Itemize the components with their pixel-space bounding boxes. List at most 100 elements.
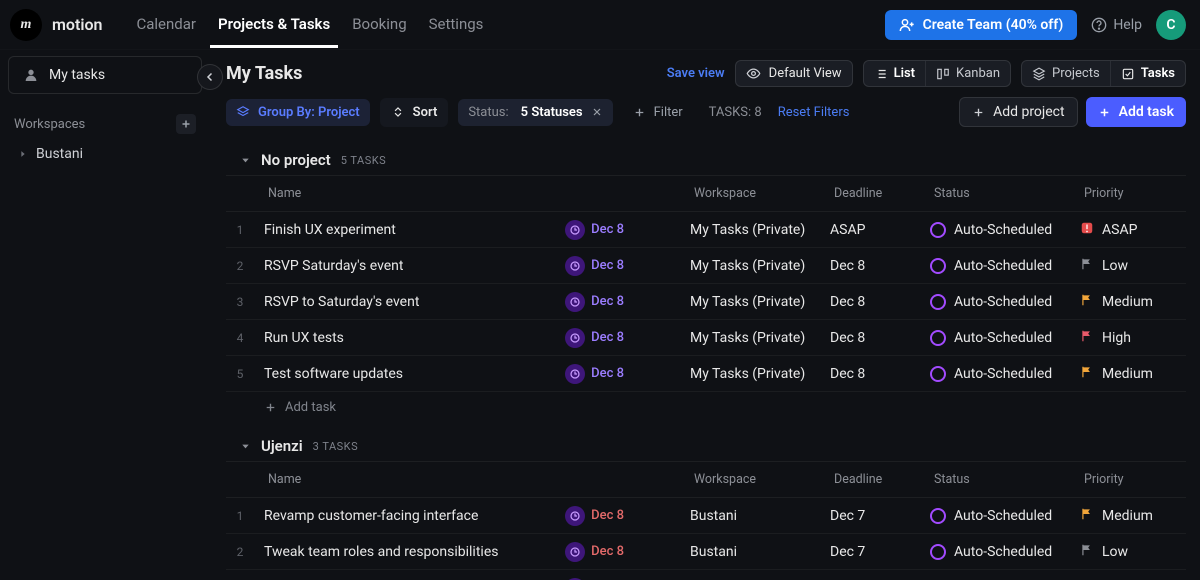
col-status[interactable]: Status [924,184,1074,203]
col-priority[interactable]: Priority [1074,470,1200,489]
add-task-button[interactable]: Add task [1086,97,1186,127]
group-by-chip[interactable]: Group By: Project [226,99,370,126]
tasks-scope-button[interactable]: Tasks [1111,61,1185,86]
deadline-cell: ASAP [820,222,920,238]
col-deadline[interactable]: Deadline [824,184,924,203]
workspace-cell: My Tasks (Private) [680,294,820,310]
scheduled-badge[interactable]: Dec 8 [565,542,624,562]
col-deadline[interactable]: Deadline [824,470,924,489]
save-view-button[interactable]: Save view [667,66,725,81]
priority-cell: Low [1070,543,1200,561]
priority-text: Medium [1102,508,1153,524]
col-workspace[interactable]: Workspace [684,470,824,489]
task-name: Test software updates [264,366,403,382]
plus-icon [1098,106,1111,119]
create-team-button[interactable]: Create Team (40% off) [885,10,1078,40]
col-name[interactable]: Name [258,184,638,203]
avatar[interactable]: C [1156,10,1186,40]
sidebar-collapse-button[interactable] [197,64,223,90]
table-row[interactable]: 3 Redeploy app Dec 8 Bustani Dec 9 Auto-… [226,570,1186,580]
sort-chip[interactable]: Sort [380,98,449,127]
priority-flag-icon [1080,329,1094,347]
task-name-cell: RSVP Saturday's event Dec 8 [254,256,634,276]
reset-filters-button[interactable]: Reset Filters [778,105,850,120]
add-filter-label: Filter [654,105,683,120]
row-number: 2 [226,259,254,273]
col-name[interactable]: Name [258,470,638,489]
add-project-label: Add project [993,104,1065,120]
add-project-button[interactable]: Add project [959,97,1078,127]
projects-scope-button[interactable]: Projects [1022,61,1111,86]
default-view-button[interactable]: Default View [735,60,853,87]
table-row[interactable]: 1 Finish UX experiment Dec 8 My Tasks (P… [226,212,1186,248]
help-button[interactable]: Help [1091,17,1142,33]
sidebar-my-tasks-label: My tasks [49,67,105,83]
tasks-scope-label: Tasks [1141,66,1175,81]
scheduled-badge[interactable]: Dec 8 [565,292,624,312]
add-user-icon [899,17,915,33]
nav-calendar[interactable]: Calendar [128,2,204,48]
group-name: No project [261,151,331,169]
table-row[interactable]: 2 Tweak team roles and responsibilities … [226,534,1186,570]
kanban-view-button[interactable]: Kanban [926,61,1010,86]
group-header[interactable]: No project 5 TASKS [226,145,1186,175]
col-priority[interactable]: Priority [1074,184,1200,203]
task-group: No project 5 TASKS Name Workspace Deadli… [226,145,1186,423]
nav-settings[interactable]: Settings [421,2,492,48]
workspace-cell: My Tasks (Private) [680,366,820,382]
priority-cell: Medium [1070,507,1200,525]
main: My Tasks Save view Default View List Kan… [210,50,1200,580]
table-row[interactable]: 1 Revamp customer-facing interface Dec 8… [226,498,1186,534]
sort-label: Sort [413,105,438,120]
list-view-button[interactable]: List [864,61,926,86]
priority-cell: Medium [1070,293,1200,311]
deadline-cell: Dec 7 [820,544,920,560]
workspace-cell: My Tasks (Private) [680,330,820,346]
task-name: Tweak team roles and responsibilities [264,544,498,560]
task-name-cell: RSVP to Saturday's event Dec 8 [254,292,634,312]
add-filter-button[interactable]: Filter [623,99,693,126]
status-text: Auto-Scheduled [954,330,1052,346]
sidebar-my-tasks[interactable]: My tasks [8,56,202,94]
table-row[interactable]: 5 Test software updates Dec 8 My Tasks (… [226,356,1186,392]
priority-text: ASAP [1102,222,1137,238]
status-ring-icon [930,294,946,310]
scheduled-badge[interactable]: Dec 8 [565,220,624,240]
stack-icon [236,105,250,119]
sidebar-workspaces-label: Workspaces [14,117,85,132]
scheduled-date: Dec 8 [591,366,624,381]
add-task-label: Add task [1119,104,1174,120]
col-workspace[interactable]: Workspace [684,184,824,203]
status-ring-icon [930,544,946,560]
workspace-cell: My Tasks (Private) [680,258,820,274]
scheduled-badge[interactable]: Dec 8 [565,256,624,276]
row-number: 3 [226,295,254,309]
table-row[interactable]: 4 Run UX tests Dec 8 My Tasks (Private) … [226,320,1186,356]
sidebar-workspace-label: Bustani [36,146,83,162]
scheduled-badge[interactable]: Dec 8 [565,364,624,384]
priority-cell: Low [1070,257,1200,275]
close-icon[interactable] [591,106,603,118]
table-header: Name Workspace Deadline Status Priority [226,175,1186,212]
status-cell: Auto-Scheduled [920,258,1070,274]
scheduled-badge[interactable]: Dec 8 [565,328,624,348]
add-task-inline[interactable]: Add task [226,392,1186,423]
status-cell: Auto-Scheduled [920,294,1070,310]
help-label: Help [1113,17,1142,33]
nav-projects-tasks[interactable]: Projects & Tasks [210,2,338,48]
sidebar: My tasks Workspaces Bustani [0,50,210,580]
table-row[interactable]: 3 RSVP to Saturday's event Dec 8 My Task… [226,284,1186,320]
col-status[interactable]: Status [924,470,1074,489]
task-name: Revamp customer-facing interface [264,508,478,524]
scheduled-date: Dec 8 [591,258,624,273]
nav-booking[interactable]: Booking [344,2,414,48]
add-workspace-button[interactable] [176,114,196,134]
table-row[interactable]: 2 RSVP Saturday's event Dec 8 My Tasks (… [226,248,1186,284]
group-header[interactable]: Ujenzi 3 TASKS [226,431,1186,461]
priority-flag-icon [1080,221,1094,239]
scheduled-badge[interactable]: Dec 8 [565,506,624,526]
status-filter-chip[interactable]: Status: 5 Statuses [458,99,612,126]
sidebar-workspace-bustani[interactable]: Bustani [0,140,210,168]
scheduled-date: Dec 8 [591,544,624,559]
scheduled-date: Dec 8 [591,330,624,345]
